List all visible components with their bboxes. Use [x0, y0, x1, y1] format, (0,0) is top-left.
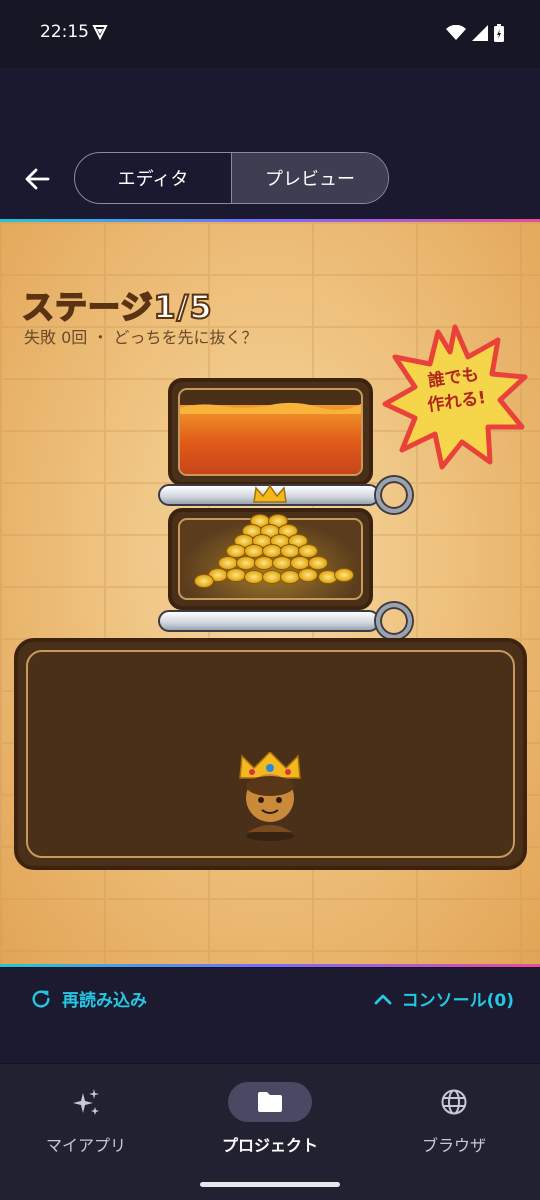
- status-bar: 22:15: [0, 0, 540, 68]
- tab-editor[interactable]: エディタ: [75, 153, 231, 203]
- lava: [180, 405, 361, 474]
- nav-item-my-apps[interactable]: マイアプリ: [16, 1082, 156, 1156]
- folder-icon: [258, 1092, 282, 1112]
- crown-icon: [253, 484, 287, 503]
- pull-pin-top-ring[interactable]: [376, 477, 412, 513]
- console-label: コンソール(0): [401, 991, 514, 1011]
- pull-pin-bottom[interactable]: [158, 610, 380, 632]
- signal-icon: [472, 25, 488, 41]
- refresh-icon: [32, 990, 50, 1008]
- nav-pill: [228, 1082, 312, 1122]
- accent-divider-bottom: [0, 964, 540, 967]
- nav-label: マイアプリ: [45, 1136, 126, 1155]
- bottom-navigation: マイアプリ プロジェクト ブラウザ: [0, 1064, 540, 1200]
- globe-icon: [441, 1089, 467, 1115]
- console-toggle-button[interactable]: コンソール(0): [374, 986, 514, 1011]
- arrow-left-icon: [25, 168, 50, 190]
- nav-item-browser[interactable]: ブラウザ: [384, 1082, 524, 1156]
- hero-king-icon: [239, 752, 301, 841]
- battery-icon: [494, 24, 504, 42]
- game-preview[interactable]: ステージ1/5 失敗 0回 ・ どっちを先に抜く？ 誰でも 作れる!: [0, 222, 540, 966]
- lava-chamber: [168, 378, 373, 486]
- lava-surface: [180, 402, 361, 414]
- stage-title: ステージ1/5: [21, 287, 213, 327]
- pull-pin-bottom-ring[interactable]: [376, 603, 412, 639]
- mode-toggle: エディタ プレビュー: [74, 152, 389, 204]
- reload-button[interactable]: 再読み込み: [30, 986, 147, 1011]
- vpn-icon: [92, 25, 108, 40]
- status-time: 22:15: [40, 22, 89, 42]
- action-bar: 再読み込み コンソール(0): [0, 968, 540, 1063]
- stage-subtitle: 失敗 0回 ・ どっちを先に抜く？: [24, 328, 258, 347]
- status-icons: [446, 24, 504, 42]
- nav-item-projects[interactable]: プロジェクト: [200, 1082, 340, 1156]
- lava-chamber-inner: [178, 388, 363, 476]
- wifi-icon: [446, 25, 466, 40]
- chevron-up-icon: [374, 994, 392, 1004]
- nav-label: プロジェクト: [221, 1136, 318, 1155]
- home-indicator[interactable]: [200, 1182, 340, 1187]
- back-button[interactable]: [20, 162, 54, 196]
- sparkle-icon: [73, 1089, 99, 1115]
- nav-pill: [44, 1082, 128, 1122]
- nav-pill: [412, 1082, 496, 1122]
- tab-preview[interactable]: プレビュー: [231, 153, 388, 203]
- nav-label: ブラウザ: [421, 1136, 486, 1155]
- reload-label: 再読み込み: [62, 991, 147, 1011]
